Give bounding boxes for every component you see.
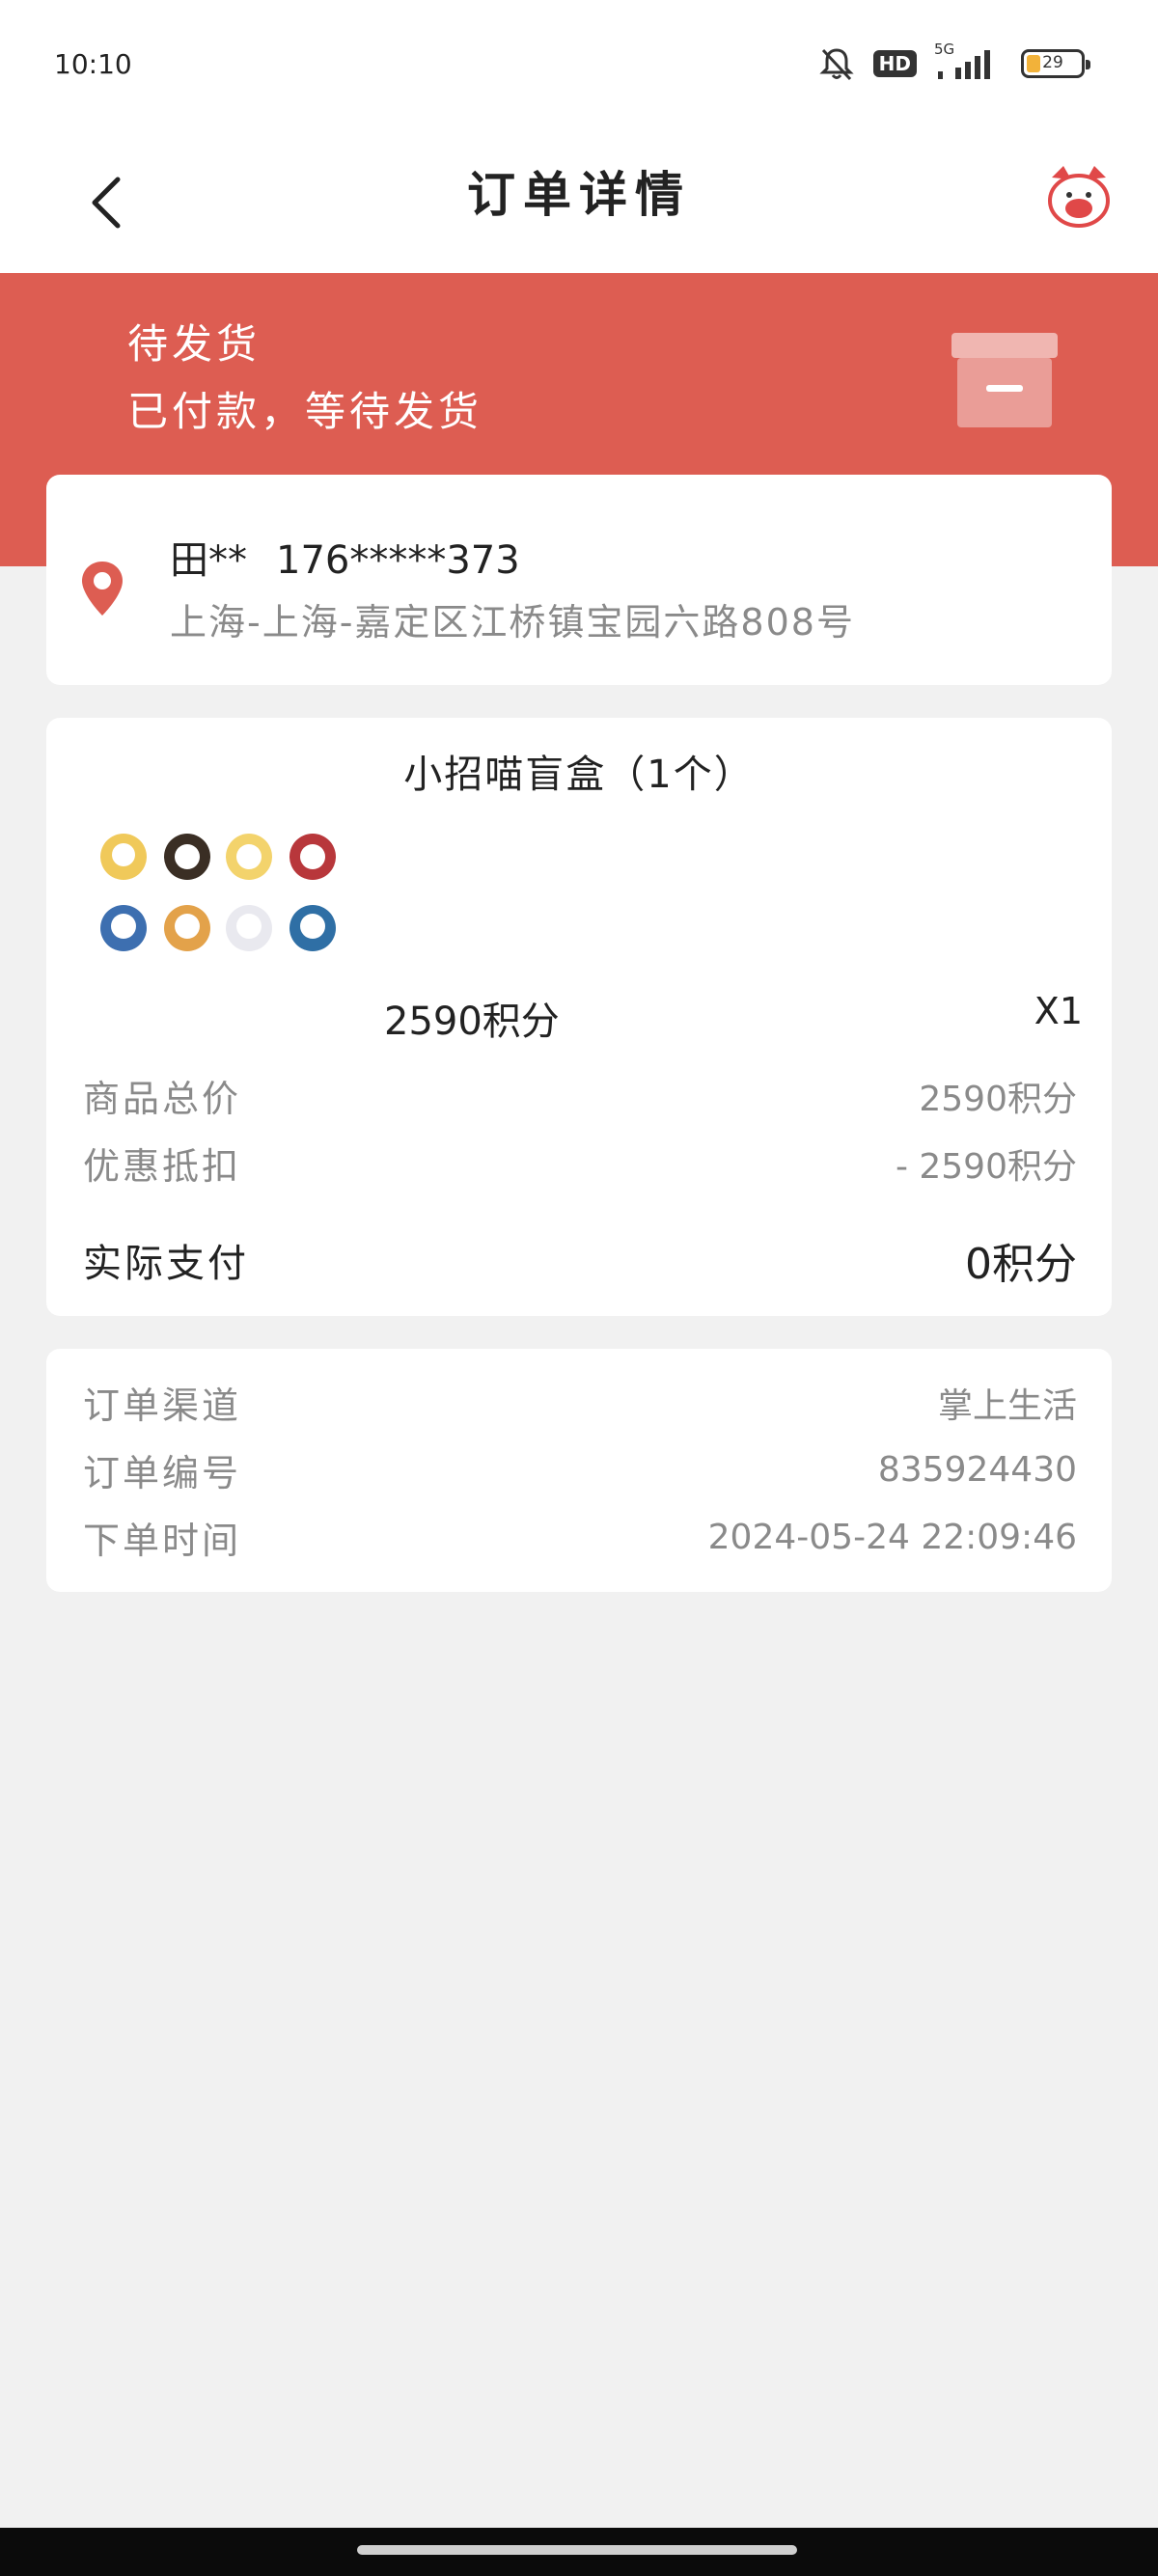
product-name: 小招喵盲盒（1个） — [403, 753, 755, 797]
order-status-title: 待发货 — [127, 320, 262, 368]
location-pin-icon — [82, 562, 123, 616]
product-thumbnail[interactable] — [95, 822, 394, 967]
product-card: 小招喵盲盒（1个） 2590积分 X1 商品总价 2590积分 优惠抵扣 - 2… — [46, 718, 1112, 1316]
subtotal-row: 商品总价 2590积分 — [83, 1069, 1077, 1122]
page-title: 订单详情 — [467, 167, 691, 223]
address-card[interactable]: 田** 176*****373 上海-上海-嘉定区江桥镇宝园六路808号 — [46, 475, 1112, 685]
order-number-value[interactable]: 835924430 — [878, 1450, 1077, 1490]
status-bar: 10:10 HD 5G 29 — [0, 0, 1158, 135]
cat-mascot-icon[interactable] — [1042, 160, 1116, 233]
order-time-row: 下单时间 2024-05-24 22:09:46 — [83, 1511, 1077, 1564]
bell-mute-icon — [819, 48, 854, 81]
signal-icon: 5G — [934, 41, 1004, 83]
order-time-label: 下单时间 — [83, 1520, 242, 1562]
address-detail: 上海-上海-嘉定区江桥镇宝园六路808号 — [170, 601, 855, 644]
order-channel-label: 订单渠道 — [83, 1384, 242, 1427]
recipient-phone: 176*****373 — [276, 538, 520, 583]
product-quantity: X1 — [1034, 990, 1083, 1032]
status-time: 10:10 — [54, 48, 132, 80]
nav-bar: 订单详情 — [0, 135, 1158, 273]
recipient-name: 田** — [170, 538, 247, 583]
discount-row: 优惠抵扣 - 2590积分 — [83, 1137, 1077, 1190]
order-channel-row: 订单渠道 掌上生活 — [83, 1376, 1077, 1429]
home-bar[interactable] — [357, 2545, 797, 2555]
battery-level: 29 — [1042, 53, 1063, 72]
hd-badge: HD — [872, 50, 917, 77]
order-time-value: 2024-05-24 22:09:46 — [707, 1518, 1077, 1557]
order-channel-value: 掌上生活 — [937, 1385, 1077, 1426]
subtotal-value: 2590积分 — [919, 1079, 1077, 1119]
product-price: 2590积分 — [384, 1000, 560, 1044]
total-value: 0积分 — [965, 1240, 1077, 1289]
total-label: 实际支付 — [83, 1242, 249, 1286]
order-number-row: 订单编号 835924430 — [83, 1443, 1077, 1496]
discount-value: - 2590积分 — [895, 1146, 1077, 1187]
battery-icon: 29 — [1021, 49, 1090, 78]
subtotal-label: 商品总价 — [83, 1078, 242, 1120]
order-status-subtitle: 已付款，等待发货 — [127, 388, 483, 435]
home-indicator — [0, 2528, 1158, 2576]
recipient-line: 田** 176*****373 — [170, 529, 520, 585]
status-icons: HD 5G 29 — [817, 41, 1090, 83]
order-info-card: 订单渠道 掌上生活 订单编号 835924430 下单时间 2024-05-24… — [46, 1349, 1112, 1592]
box-icon — [951, 333, 1058, 427]
total-row: 实际支付 0积分 — [83, 1229, 1077, 1291]
order-number-label: 订单编号 — [83, 1452, 242, 1494]
discount-label: 优惠抵扣 — [83, 1145, 242, 1188]
